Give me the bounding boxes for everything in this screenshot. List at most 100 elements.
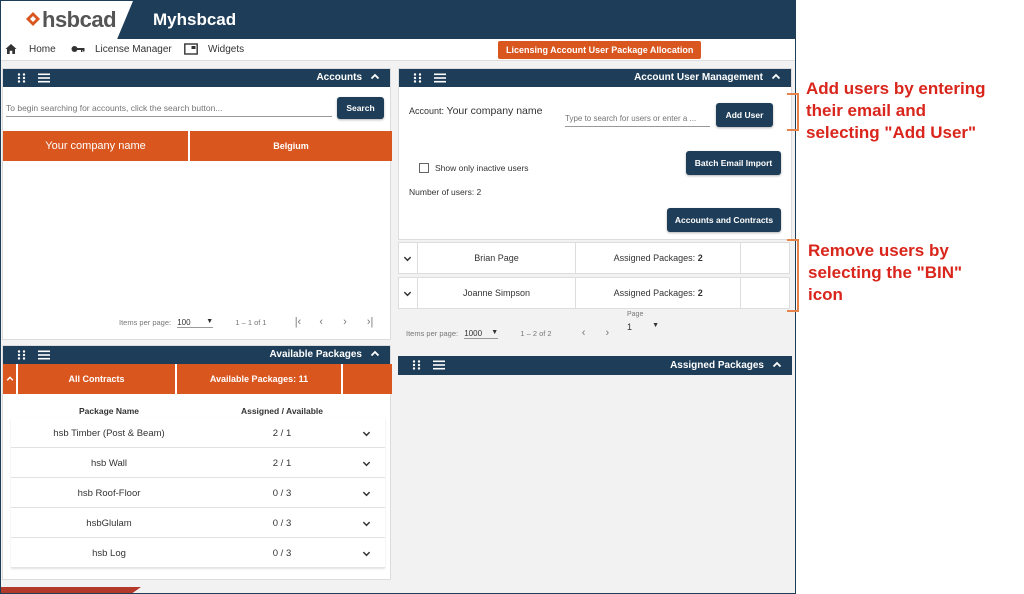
expand-chevron-icon[interactable]	[399, 278, 418, 308]
batch-email-import-button[interactable]: Batch Email Import	[686, 151, 781, 175]
nav-license-manager[interactable]: License Manager	[71, 43, 172, 55]
assigned-packages-title: Assigned Packages	[670, 360, 764, 371]
prev-page-icon[interactable]: ‹	[582, 327, 586, 339]
expand-chevron-icon[interactable]	[362, 519, 371, 528]
next-page-icon[interactable]: ›	[343, 316, 347, 328]
search-button[interactable]: Search	[337, 97, 384, 119]
page-select[interactable]: 1 ▼	[627, 322, 659, 332]
nav-widgets-label: Widgets	[208, 43, 245, 55]
user-row[interactable]: Brian Page Assigned Packages: 2	[398, 242, 790, 274]
last-page-icon[interactable]: ›|	[367, 316, 374, 328]
package-assigned: 0 / 3	[272, 548, 292, 559]
accounts-panel: Accounts Search Your company name Belgiu…	[2, 68, 392, 340]
account-search-input[interactable]	[6, 99, 332, 117]
user-action-cell[interactable]	[741, 243, 789, 273]
expand-chevron-icon[interactable]	[362, 549, 371, 558]
collapse-icon[interactable]	[772, 360, 782, 370]
account-user-panel-header: Account User Management	[399, 69, 791, 87]
package-name: hsb Wall	[90, 458, 128, 469]
package-row[interactable]: hsbGlulam 0 / 3	[11, 508, 385, 538]
app-title: Myhsbcad	[153, 10, 237, 29]
accounts-panel-header: Accounts	[3, 69, 390, 87]
menu-icon[interactable]	[434, 73, 446, 83]
items-per-page-label: Items per page:	[406, 329, 459, 338]
account-info: Account: Your company name	[409, 105, 542, 117]
package-row[interactable]: hsb Timber (Post & Beam) 2 / 1	[11, 418, 385, 448]
account-country-cell: Belgium	[190, 131, 392, 161]
column-header-package-name: Package Name	[78, 406, 139, 416]
footer-accent	[1, 587, 141, 593]
add-user-button[interactable]: Add User	[716, 103, 773, 127]
user-search-input[interactable]	[565, 111, 710, 127]
menu-icon[interactable]	[38, 73, 50, 83]
nav-widgets[interactable]: Widgets	[184, 43, 244, 55]
expand-chevron-icon[interactable]	[362, 429, 371, 438]
drag-handle-icon[interactable]	[17, 73, 27, 83]
contract-row[interactable]: All Contracts Available Packages: 11	[3, 364, 392, 394]
drag-handle-icon[interactable]	[17, 350, 27, 360]
collapse-icon[interactable]	[771, 72, 781, 82]
available-packages-panel: Available Packages All Contracts Availab…	[2, 345, 392, 580]
package-row[interactable]: hsb Log 0 / 3	[11, 538, 385, 568]
expand-chevron-icon[interactable]	[362, 459, 371, 468]
assigned-packages-panel: Assigned Packages	[398, 356, 792, 580]
drag-handle-icon[interactable]	[412, 360, 422, 370]
package-assigned: 2 / 1	[272, 458, 292, 469]
nav-bar: Home License Manager Widgets Licensing A…	[1, 39, 795, 61]
nav-home-label: Home	[29, 43, 56, 55]
nav-license-manager-label: License Manager	[95, 43, 172, 55]
first-page-icon[interactable]: |‹	[295, 316, 302, 328]
account-company-cell: Your company name	[3, 131, 190, 161]
users-paginator: Items per page: 1000 ▼ 1 – 2 of 2 ‹ ›	[406, 327, 609, 339]
user-action-cell[interactable]	[741, 278, 789, 308]
accounts-contracts-button[interactable]: Accounts and Contracts	[667, 208, 781, 232]
menu-icon[interactable]	[38, 350, 50, 360]
available-packages-title: Available Packages	[269, 349, 362, 360]
annotation-remove-users: Remove users by selecting the "BIN" icon	[808, 241, 963, 304]
available-packages-header: Available Packages	[3, 346, 390, 364]
items-per-page-select[interactable]: 1000 ▼	[464, 329, 499, 339]
account-row[interactable]: Your company name Belgium	[3, 131, 392, 161]
user-assigned-packages: Assigned Packages: 2	[576, 278, 742, 308]
next-page-icon[interactable]: ›	[605, 327, 609, 339]
user-assigned-packages: Assigned Packages: 2	[576, 243, 742, 273]
collapse-row-icon[interactable]	[3, 364, 18, 394]
expand-chevron-icon[interactable]	[362, 489, 371, 498]
active-page-button[interactable]: Licensing Account User Package Allocatio…	[498, 41, 702, 59]
assigned-packages-header: Assigned Packages	[398, 356, 792, 375]
package-name: hsb Log	[92, 548, 126, 559]
logo[interactable]: hsbcad	[1, 1, 133, 39]
items-per-page-select[interactable]: 100 ▼	[177, 318, 214, 328]
package-name: hsb Roof-Floor	[77, 488, 141, 499]
user-name: Brian Page	[418, 243, 577, 273]
collapse-icon[interactable]	[370, 72, 380, 82]
menu-icon[interactable]	[433, 360, 445, 370]
collapse-icon[interactable]	[370, 349, 380, 359]
accounts-paginator: Items per page: 100 ▼ 1 – 1 of 1 |‹ ‹ › ›…	[119, 316, 373, 328]
column-header-assigned: Assigned / Available	[240, 406, 324, 416]
page-range: 1 – 2 of 2	[520, 329, 552, 338]
package-assigned: 2 / 1	[272, 428, 292, 439]
expand-chevron-icon[interactable]	[399, 243, 418, 273]
page-label: Page	[627, 311, 644, 318]
nav-home[interactable]: Home	[5, 43, 56, 55]
items-per-page-label: Items per page:	[119, 318, 172, 327]
contract-action-cell[interactable]	[343, 364, 392, 394]
package-row[interactable]: hsb Roof-Floor 0 / 3	[11, 478, 385, 508]
package-row[interactable]: hsb Wall 2 / 1	[11, 448, 385, 478]
users-list: Brian Page Assigned Packages: 2 Joanne S…	[398, 242, 792, 347]
number-of-users: Number of users: 2	[409, 187, 482, 197]
widget-icon	[184, 43, 198, 55]
prev-page-icon[interactable]: ‹	[319, 316, 323, 328]
account-user-title: Account User Management	[634, 72, 763, 83]
accounts-title: Accounts	[316, 72, 362, 83]
inactive-filter[interactable]: Show only inactive users	[419, 163, 529, 173]
inactive-checkbox[interactable]	[419, 163, 429, 173]
inactive-checkbox-label: Show only inactive users	[435, 163, 529, 173]
key-icon	[71, 46, 85, 52]
drag-handle-icon[interactable]	[413, 73, 423, 83]
available-packages-count: Available Packages: 11	[177, 364, 343, 394]
annotation-add-users: Add users by entering their email and se…	[806, 79, 986, 142]
account-label: Account:	[409, 106, 445, 116]
user-row[interactable]: Joanne Simpson Assigned Packages: 2	[398, 277, 790, 309]
